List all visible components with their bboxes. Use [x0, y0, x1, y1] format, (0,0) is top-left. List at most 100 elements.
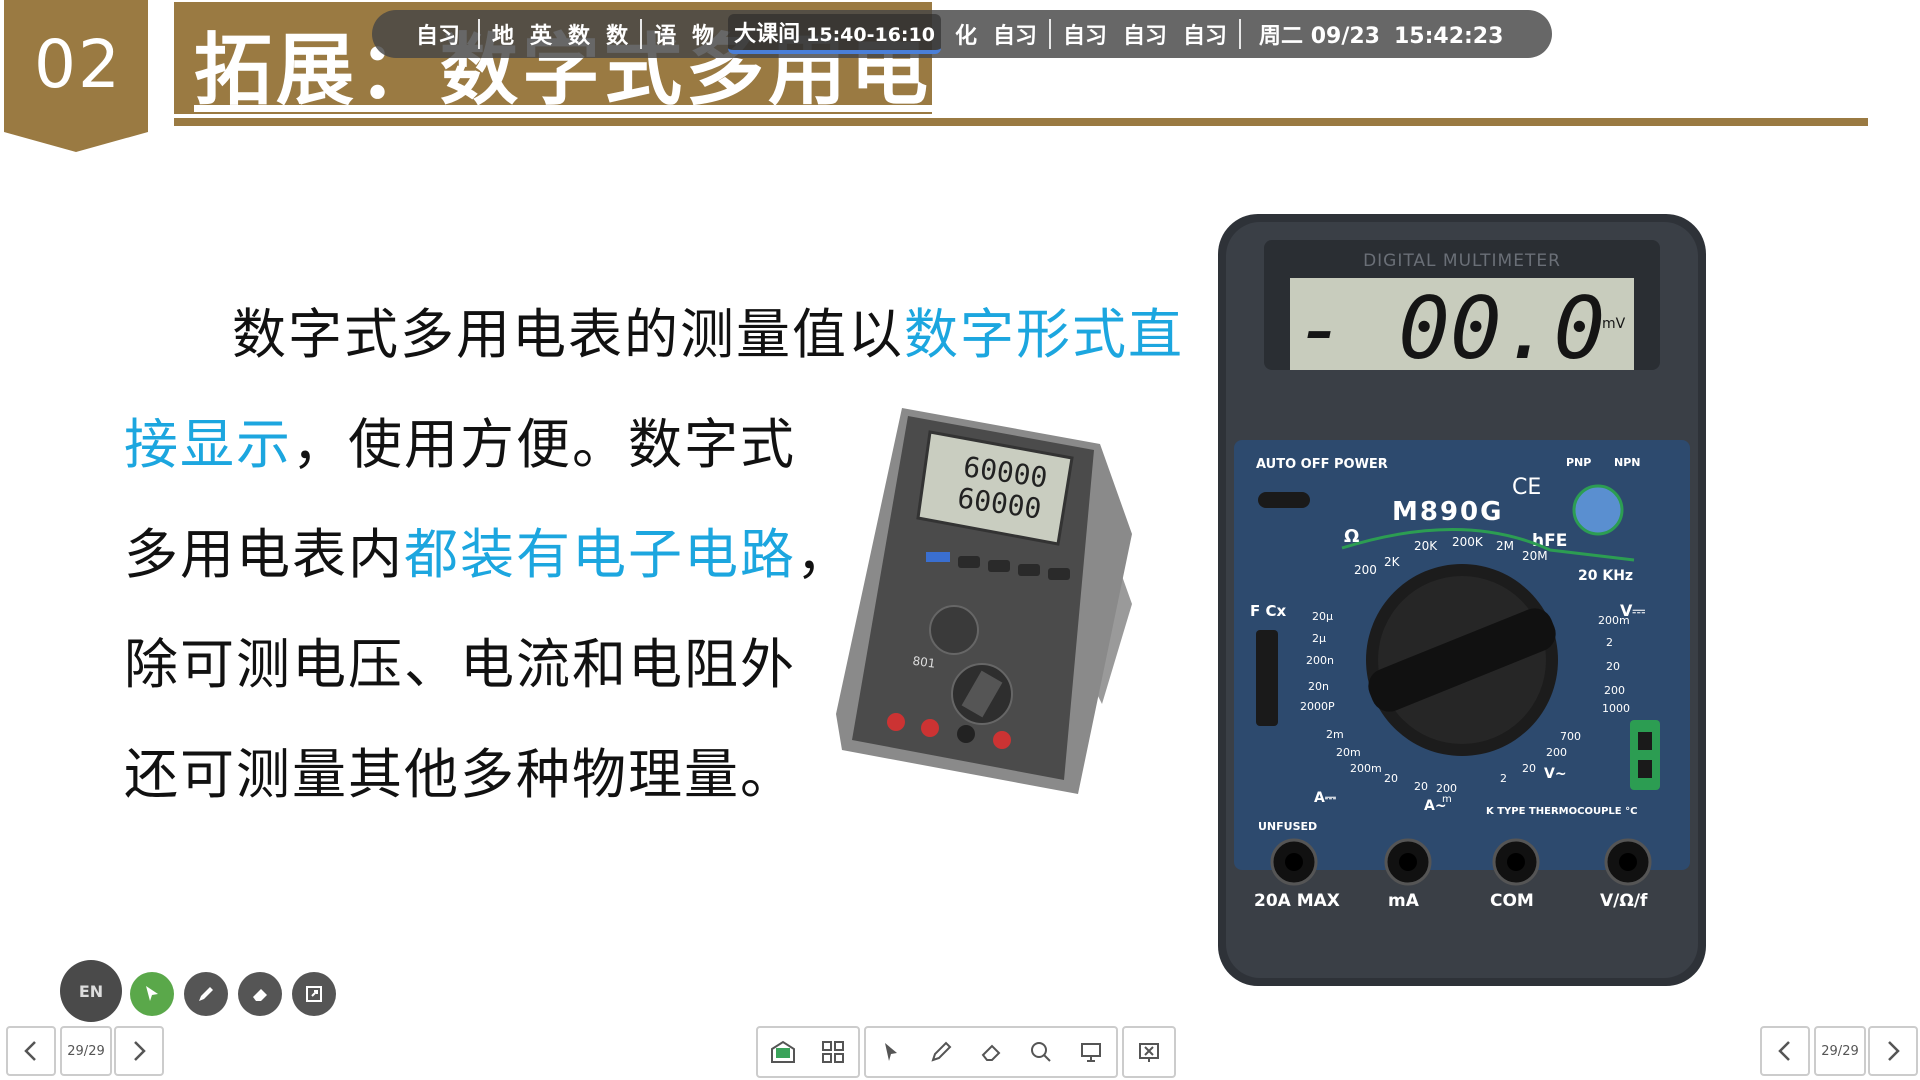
eraser-tool-button[interactable]: [238, 972, 282, 1016]
schedule-item: 数: [606, 24, 629, 49]
current-period-time: 15:40-16:10: [806, 24, 935, 46]
current-period-label: 大课间: [734, 22, 801, 47]
schedule-item: 地: [492, 24, 515, 49]
meter-cap-range: 2000P: [1300, 700, 1335, 713]
schedule-separator: [478, 19, 481, 49]
meter-npn-label: NPN: [1614, 456, 1640, 469]
meter-jack-label: V/Ω/f: [1600, 891, 1648, 911]
meter-jack-label: mA: [1388, 891, 1420, 911]
meter-vac-range: 20: [1522, 762, 1536, 775]
meter-thermo-label: K TYPE THERMOCOUPLE °C: [1486, 806, 1637, 817]
class-schedule-bar: 自习 地 英 数 数 语 物 大课间 15:40-16:10 化 自习 自习 自习…: [372, 10, 1552, 58]
meter-unfused-label: UNFUSED: [1258, 820, 1317, 833]
meter-ohm-range: 20M: [1522, 549, 1548, 563]
chevron-right-icon: [1888, 1041, 1900, 1061]
fullscreen-tool-button[interactable]: [292, 972, 336, 1016]
meter-hfe-label: hFE: [1532, 531, 1567, 551]
title-divider: [174, 118, 1868, 126]
mail-board-icon: [771, 1040, 795, 1063]
schedule-separator: [1049, 19, 1051, 49]
cursor-icon: [885, 1043, 897, 1061]
page-indicator-left[interactable]: 29/29: [60, 1026, 112, 1076]
schedule-time: 15:42:23: [1393, 24, 1504, 49]
eraser-button[interactable]: [966, 1028, 1016, 1076]
body-text-segment: 多用电表内: [124, 523, 404, 586]
body-line-1: 数字式多用电表的测量值以数字形式直: [124, 280, 1182, 390]
pen-tool-button[interactable]: [184, 972, 228, 1016]
schedule-item: 自习: [1123, 24, 1168, 49]
section-number: 02: [34, 26, 122, 103]
meter-ohm-range: 200K: [1452, 535, 1484, 549]
present-button[interactable]: [1066, 1028, 1116, 1076]
meter-jack-label: COM: [1490, 891, 1534, 911]
pen-icon: [199, 987, 213, 1001]
meter-ohm-range: 2M: [1496, 539, 1514, 553]
meter-vdc-range: 1000: [1602, 702, 1630, 715]
pointer-tool-button[interactable]: [130, 972, 174, 1016]
meter-ohm-range: 20K: [1414, 539, 1438, 553]
chevron-right-icon: [134, 1041, 146, 1061]
meter-vac-label: V~: [1544, 766, 1567, 782]
meter-display-reading: - 00.0: [1295, 279, 1606, 379]
schedule-item: 自习: [416, 24, 461, 49]
next-slide-button-right[interactable]: [1868, 1026, 1918, 1076]
meter-vdc-range: 20: [1606, 660, 1620, 673]
meter-vac-range: 200: [1546, 746, 1567, 759]
zoom-button[interactable]: [1016, 1028, 1066, 1076]
meter-display-unit: mV: [1602, 316, 1626, 332]
meter-cap-range: 20μ: [1312, 610, 1333, 623]
schedule-item: 化: [954, 24, 977, 49]
select-button[interactable]: [866, 1028, 916, 1076]
meter-cap-label: F Cx: [1250, 602, 1286, 620]
meter-ohm-range: 2K: [1384, 555, 1401, 569]
page-indicator-right[interactable]: 29/29: [1814, 1026, 1866, 1076]
toolbar-group-tools: [864, 1026, 1118, 1078]
meter-vdc-range: 2: [1606, 636, 1613, 649]
meter-adc-range: 20m: [1336, 746, 1361, 759]
body-text-segment: ，使用方便。数字式: [292, 413, 796, 476]
meter-ohm-symbol: Ω: [1344, 526, 1359, 547]
schedule-clock: 周二 09/23 15:42:23: [1259, 18, 1503, 50]
chevron-left-icon: [24, 1041, 36, 1061]
schedule-item: 语: [654, 24, 677, 49]
end-show-button[interactable]: [1124, 1028, 1174, 1076]
meter-adc-range: 200m: [1350, 762, 1382, 775]
whiteboard-button[interactable]: [758, 1028, 808, 1076]
meter-model: M890G: [1392, 497, 1504, 527]
prev-slide-button-left[interactable]: [6, 1026, 56, 1076]
meter-vac-range: 700: [1560, 730, 1581, 743]
prev-slide-button-right[interactable]: [1760, 1026, 1810, 1076]
language-toggle-button[interactable]: EN: [60, 960, 122, 1022]
schedule-separator: [640, 19, 643, 49]
next-slide-button-left[interactable]: [114, 1026, 164, 1076]
schedule-item: 自习: [992, 24, 1037, 49]
eraser-icon: [253, 989, 267, 1001]
meter-ce-mark: CE: [1512, 475, 1541, 500]
meter-vdc-range: 200: [1604, 684, 1625, 697]
pen-icon: [931, 1041, 952, 1062]
slide-page: 02 拓展：数字式多用电表 自习 地 英 数 数 语 物 大课间 15:40-16…: [0, 0, 1920, 1080]
body-highlight: 数字形式直: [904, 303, 1184, 366]
schedule-separator: [1239, 19, 1242, 49]
pen-button[interactable]: [916, 1028, 966, 1076]
toolbar-group-end: [1122, 1026, 1176, 1078]
close-presentation-icon: [1139, 1043, 1159, 1062]
schedule-item: 数: [568, 24, 591, 49]
meter-header-text: DIGITAL MULTIMETER: [1363, 251, 1561, 271]
grid-apps-button[interactable]: [808, 1028, 858, 1076]
eraser-icon: [981, 1044, 1001, 1061]
meter-pnp-label: PNP: [1566, 456, 1591, 469]
meter-khz-label: 20 KHz: [1578, 568, 1633, 584]
presentation-icon: [1081, 1043, 1101, 1062]
toolbar-group-apps: [756, 1026, 860, 1078]
meter-adc-label: A⎓: [1314, 790, 1337, 806]
schedule-item: 自习: [1183, 24, 1228, 49]
schedule-item: 物: [692, 24, 715, 49]
schedule-item: 自习: [1063, 24, 1108, 49]
cursor-icon: [146, 986, 158, 1001]
meter-vac-range: 2: [1500, 772, 1507, 785]
meter-cap-range: 200n: [1306, 654, 1334, 667]
language-label: EN: [78, 981, 104, 1001]
meter-aac-range: 20: [1414, 780, 1428, 793]
schedule-date: 周二 09/23: [1259, 24, 1380, 49]
